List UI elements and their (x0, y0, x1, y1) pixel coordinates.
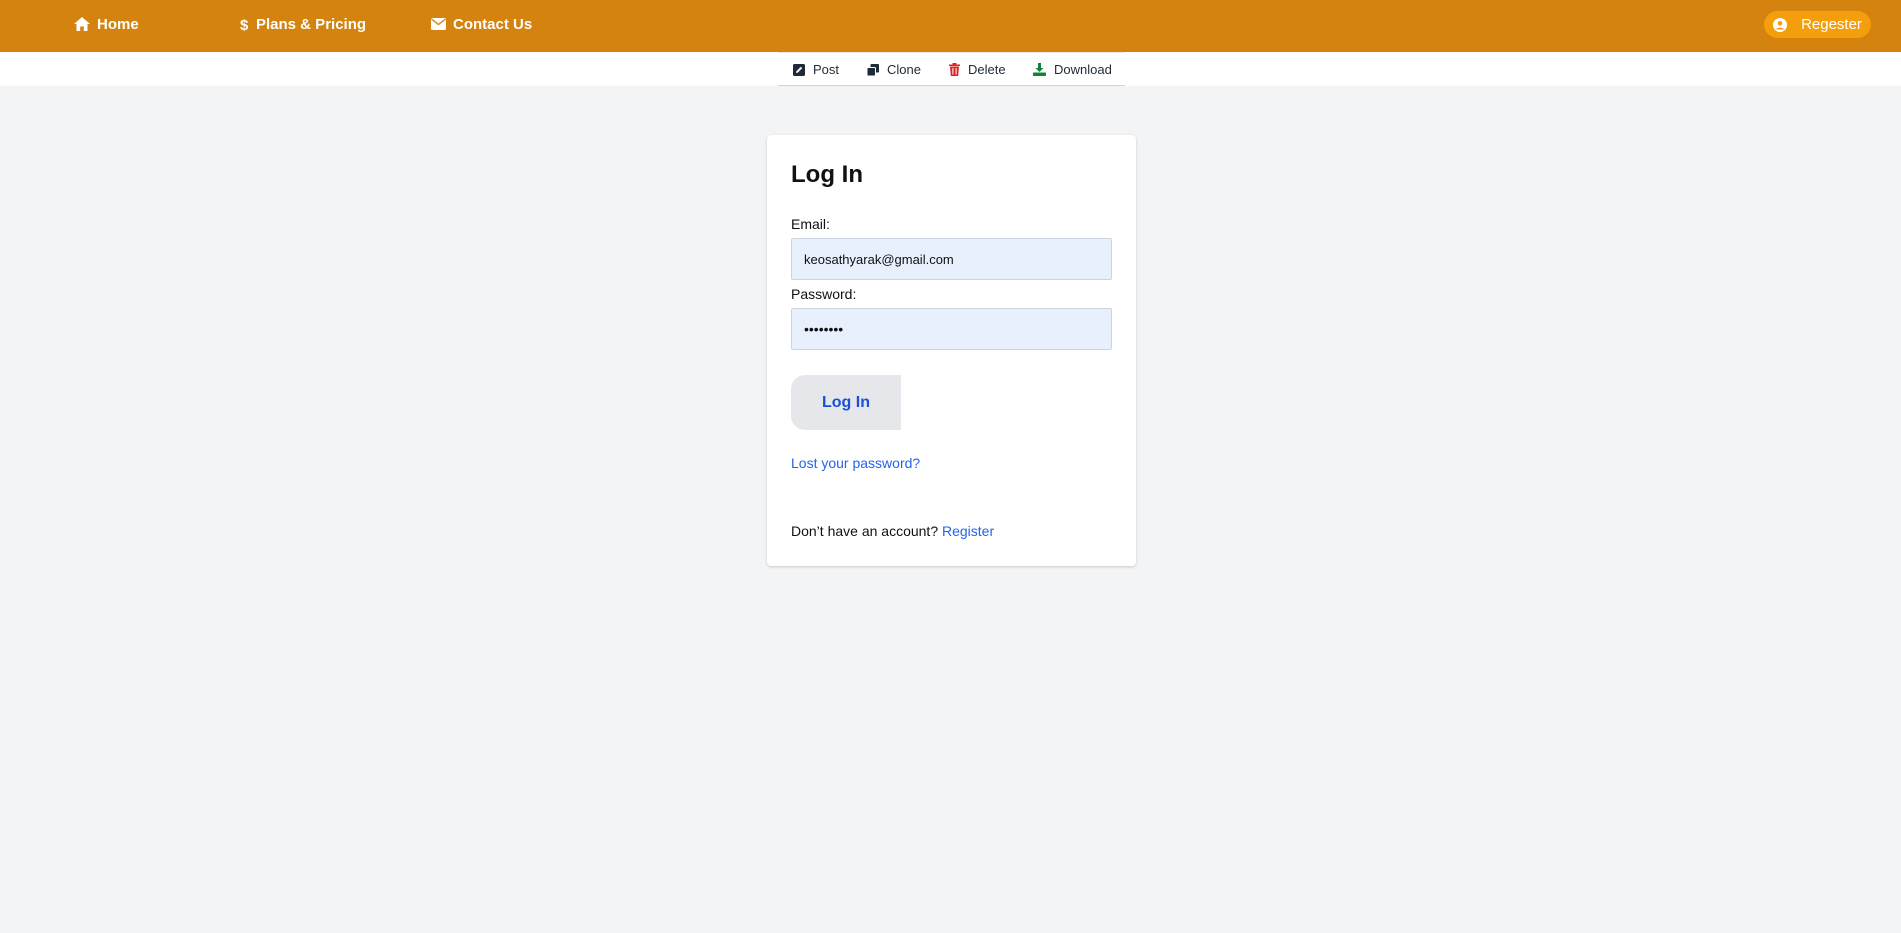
envelope-icon (431, 18, 446, 30)
nav-pricing-label: Plans & Pricing (256, 15, 367, 33)
password-label: Password: (791, 286, 857, 302)
email-field[interactable] (791, 238, 1112, 280)
trash-icon (949, 63, 960, 76)
login-card: Log In Email: Password: Log In Lost your… (767, 135, 1136, 566)
download-label: Download (1054, 62, 1112, 77)
register-button-label: Regester (1801, 16, 1862, 33)
nav-home-link[interactable]: Home (74, 0, 139, 48)
delete-label: Delete (968, 62, 1006, 77)
lost-password-link[interactable]: Lost your password? (791, 455, 920, 471)
toolbar-strip: Post Clone Delete Download (0, 52, 1901, 86)
no-account-line: Don’t have an account? Register (791, 523, 994, 539)
dollar-icon: $ (240, 17, 249, 32)
clone-icon (867, 63, 879, 76)
email-label: Email: (791, 216, 830, 232)
delete-button[interactable]: Delete (949, 62, 1006, 77)
nav-home-label: Home (97, 15, 139, 33)
nav-pricing-link[interactable]: $ Plans & Pricing (240, 0, 366, 48)
password-field[interactable] (791, 308, 1112, 350)
post-label: Post (813, 62, 840, 77)
user-circle-icon (1773, 17, 1788, 32)
download-icon (1033, 63, 1046, 76)
clone-label: Clone (887, 62, 921, 77)
action-toolbar: Post Clone Delete Download (778, 52, 1125, 86)
edit-icon (793, 63, 805, 76)
no-account-text: Don’t have an account? (791, 523, 939, 539)
login-submit-button[interactable]: Log In (791, 375, 901, 430)
top-navbar: Home $ Plans & Pricing Contact Us Regest… (0, 0, 1901, 52)
post-button[interactable]: Post (793, 62, 839, 77)
download-button[interactable]: Download (1033, 62, 1112, 77)
nav-contact-link[interactable]: Contact Us (431, 0, 532, 48)
register-button[interactable]: Regester (1764, 11, 1871, 38)
home-icon (74, 17, 90, 31)
clone-button[interactable]: Clone (867, 62, 921, 77)
svg-text:$: $ (240, 17, 249, 32)
nav-contact-label: Contact Us (453, 15, 533, 33)
register-link[interactable]: Register (942, 523, 994, 539)
login-title: Log In (791, 161, 863, 188)
